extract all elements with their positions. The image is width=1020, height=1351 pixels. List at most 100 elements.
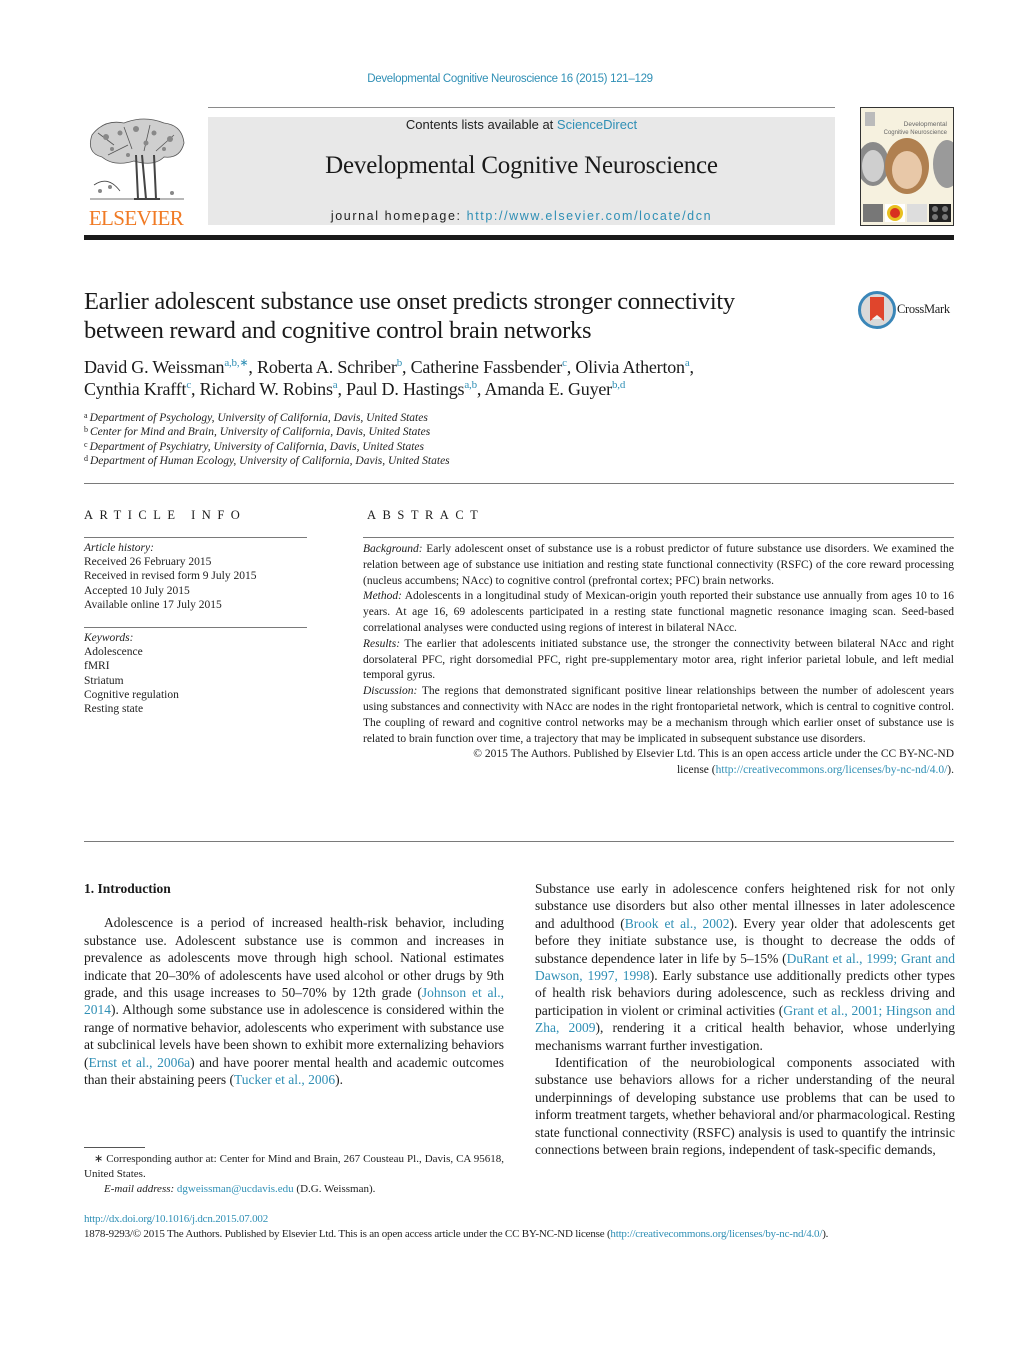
author[interactable]: Olivia Athertona (575, 357, 689, 377)
citation-link[interactable]: Ernst et al., 2006a (89, 1055, 191, 1070)
body-right-column: Substance use early in adolescence confe… (535, 880, 955, 1159)
email-line: E-mail address: dgweissman@ucdavis.edu (… (84, 1182, 504, 1197)
article-title: Earlier adolescent substance use onset p… (84, 287, 844, 345)
keywords-rule (84, 627, 307, 628)
sciencedirect-link[interactable]: ScienceDirect (557, 117, 637, 132)
section-divider (84, 841, 954, 842)
author-list: David G. Weissmana,b,∗, Roberta A. Schri… (84, 356, 954, 400)
copyright-prefix: license ( (676, 764, 716, 777)
page-footer: http://dx.doi.org/10.1016/j.dcn.2015.07.… (84, 1212, 954, 1242)
doi-link[interactable]: http://dx.doi.org/10.1016/j.dcn.2015.07.… (84, 1213, 268, 1225)
affiliation-key: c (84, 439, 88, 449)
author-affiliation-marker[interactable]: b,d (612, 379, 625, 391)
email-suffix: (D.G. Weissman). (293, 1182, 376, 1195)
email-label: E-mail address: (104, 1182, 175, 1195)
footer-license-link[interactable]: http://creativecommons.org/licenses/by-n… (610, 1228, 822, 1240)
crossmark-label[interactable]: CrossMark (897, 302, 950, 317)
abstract-background: Background: Early adolescent onset of su… (363, 542, 954, 589)
author[interactable]: David G. Weissmana,b,∗ (84, 357, 249, 377)
author[interactable]: Richard W. Robinsa (200, 379, 338, 399)
author[interactable]: Cynthia Krafftc (84, 379, 191, 399)
affiliation: b Center for Mind and Brain, University o… (84, 425, 784, 439)
author-affiliation-marker[interactable]: a,b (464, 379, 477, 391)
abstract-label: Method: (363, 590, 402, 603)
crossmark-icon (858, 291, 896, 329)
email-link[interactable]: dgweissman@ucdavis.edu (177, 1183, 294, 1195)
license-line: 1878-9293/© 2015 The Authors. Published … (84, 1227, 954, 1242)
author-name: Richard W. Robins (199, 379, 333, 399)
separator: , (337, 379, 347, 399)
author[interactable]: Amanda E. Guyerb,d (485, 379, 626, 399)
article-info-heading: ARTICLE INFO (84, 508, 247, 522)
contents-prefix: Contents lists available at (405, 117, 557, 132)
tree-icon (89, 118, 185, 200)
license-suffix: ). (822, 1228, 829, 1240)
abstract-text: The earlier that adolescents initiated s… (363, 637, 954, 682)
author-name: Paul D. Hastings (346, 379, 465, 399)
abstract-method: Method: Adolescents in a longitudinal st… (363, 589, 954, 636)
keyword: Cognitive regulation (84, 688, 179, 701)
copyright-text: © 2015 The Authors. Published by Elsevie… (473, 748, 954, 761)
affiliation-text: Department of Psychiatry, University of … (89, 440, 424, 453)
author-affiliation-marker[interactable]: a,b,∗ (224, 357, 248, 369)
footnote-rule (84, 1147, 145, 1148)
header-rule (208, 107, 835, 108)
homepage-line: journal homepage: http://www.elsevier.co… (208, 209, 835, 223)
body-left-column: 1. Introduction Adolescence is a period … (84, 880, 504, 1088)
journal-cover-thumbnail[interactable]: Developmental Cognitive Neuroscience (860, 107, 954, 226)
corresponding-author-note: ∗ Corresponding author at: Center for Mi… (84, 1153, 504, 1180)
author-name: Amanda E. Guyer (484, 379, 613, 399)
cover-image-icon: Developmental Cognitive Neuroscience (861, 108, 953, 225)
citation-link[interactable]: Tucker et al., 2006 (234, 1072, 335, 1087)
separator: , (689, 357, 695, 377)
separator: , (248, 357, 258, 377)
author[interactable]: Roberta A. Schriberb (257, 357, 402, 377)
affiliation: d Department of Human Ecology, University… (84, 454, 784, 468)
author-name: David G. Weissman (84, 357, 225, 377)
abstract-rule (363, 537, 954, 538)
author-name: Catherine Fassbender (410, 357, 563, 377)
history-item: Available online 17 July 2015 (84, 598, 222, 611)
abstract-copyright: © 2015 The Authors. Published by Elsevie… (363, 747, 954, 779)
keywords-label: Keywords: (84, 632, 134, 644)
citation-link[interactable]: Brook et al., 2002 (625, 916, 730, 931)
license-link[interactable]: http://creativecommons.org/licenses/by-n… (716, 764, 948, 776)
author[interactable]: Catherine Fassbenderc (411, 357, 567, 377)
author-name: Cynthia Krafft (84, 379, 187, 399)
article-title-line-2: between reward and cognitive control bra… (84, 317, 592, 344)
article-info-rule (84, 537, 307, 538)
journal-title: Developmental Cognitive Neuroscience (325, 152, 718, 179)
paragraph: Identification of the neurobiological co… (535, 1055, 955, 1158)
author-name: Olivia Atherton (575, 357, 685, 377)
article-history: Article history: Received 26 February 20… (84, 541, 307, 612)
homepage-prefix: journal homepage: (330, 209, 467, 223)
author[interactable]: Paul D. Hastingsa,b (346, 379, 477, 399)
text: ), rendering it a critical health behavi… (535, 1020, 955, 1053)
abstract-body: Background: Early adolescent onset of su… (363, 542, 954, 779)
history-item: Accepted 10 July 2015 (84, 584, 190, 597)
paragraph: Adolescence is a period of increased hea… (84, 914, 504, 1088)
abstract-text: Early adolescent onset of substance use … (363, 543, 954, 587)
keyword: Resting state (84, 703, 144, 716)
article-history-label: Article history: (84, 542, 154, 554)
abstract-label: Background: (363, 543, 423, 555)
affiliation-text: Center for Mind and Brain, University of… (90, 426, 431, 439)
homepage-link[interactable]: http://www.elsevier.com/locate/dcn (467, 209, 712, 223)
section-divider (84, 483, 954, 484)
affiliation-list: a Department of Psychology, University of… (84, 411, 784, 468)
elsevier-wordmark: ELSEVIER (88, 206, 184, 230)
cover-title-1: Developmental (904, 121, 948, 128)
text: ). (335, 1072, 343, 1088)
journal-reference[interactable]: Developmental Cognitive Neuroscience 16 … (0, 73, 1020, 85)
affiliation-key: d (84, 453, 88, 463)
affiliation-text: Department of Human Ecology, University … (90, 454, 450, 467)
copyright-suffix: ). (947, 764, 954, 777)
affiliation: a Department of Psychology, University of… (84, 411, 784, 425)
header-thick-rule (84, 235, 954, 240)
keyword: Striatum (84, 674, 124, 687)
affiliation: c Department of Psychiatry, University of… (84, 440, 784, 454)
abstract-text: The regions that demonstrated significan… (363, 685, 954, 745)
cover-title-2: Cognitive Neuroscience (884, 130, 948, 136)
abstract-results: Results: The earlier that adolescents in… (363, 637, 954, 684)
